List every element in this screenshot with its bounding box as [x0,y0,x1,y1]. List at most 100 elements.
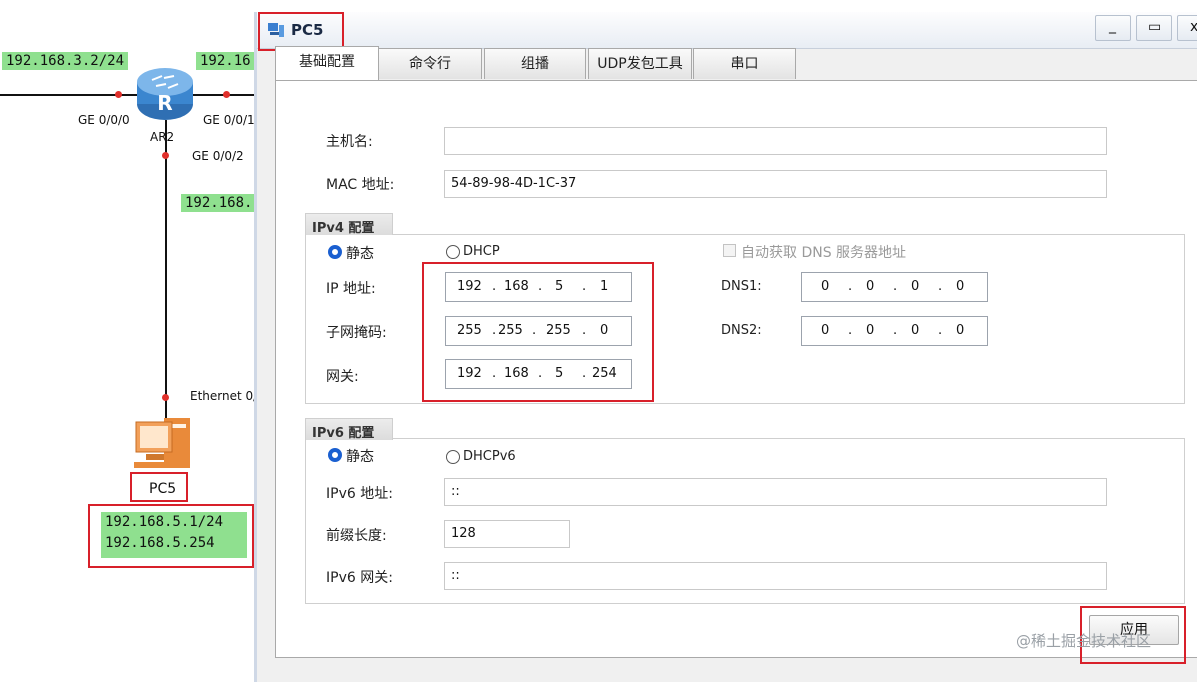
prefix-length-label: 前缀长度: [326,528,387,544]
ar2-down-ip-label: 192.168. [181,194,257,212]
pc5-gateway-label: 192.168.5.254 [105,535,215,551]
gateway-input[interactable]: 192 . 168 . 5 . 254 [445,359,632,389]
dns1-dot: . [893,279,898,294]
ip-octet: 1 [600,279,609,294]
ipv4-group-title: IPv4 配置 [305,213,393,236]
dns1-octet: 0 [911,279,920,294]
auto-dns-checkbox[interactable] [723,244,736,257]
dns1-octet: 0 [866,279,875,294]
ipv6-dhcp-label: DHCPv6 [463,449,516,464]
auto-dns-label: 自动获取 DNS 服务器地址 [741,245,907,261]
tab-basic-config[interactable]: 基础配置 [275,46,379,80]
pc-app-icon [268,23,284,37]
gateway-dot: . [582,366,587,381]
mac-input[interactable]: 54-89-98-4D-1C-37 [444,170,1107,198]
tab-multicast[interactable]: 组播 [484,48,586,79]
gateway-dot: . [538,366,543,381]
dns2-octet: 0 [821,323,830,338]
window-titlebar[interactable]: PC5 _ ▭ x [257,12,1197,49]
gateway-octet: 5 [555,366,564,381]
ipv6-group-title: IPv6 配置 [305,418,393,441]
ipv6-address-input[interactable]: :: [444,478,1107,506]
hostname-label: 主机名: [326,134,373,150]
ip-octet: 168 [504,279,529,294]
hostname-input[interactable] [444,127,1107,155]
gateway-label: 网关: [326,369,359,385]
maximize-icon: ▭ [1148,19,1162,35]
dns2-dot: . [938,323,943,338]
ipv4-dhcp-radio[interactable] [446,245,460,259]
ar2-left-ip-label: 192.168.3.2/24 [2,52,129,70]
dns2-dot: . [848,323,853,338]
prefix-length-input[interactable]: 128 [444,520,570,548]
tab-command-line[interactable]: 命令行 [378,48,482,79]
dns2-octet: 0 [866,323,875,338]
ipv4-dhcp-label: DHCP [463,244,500,259]
mask-dot: . [532,323,537,338]
ipv6-static-radio[interactable] [328,448,342,462]
ipv4-static-radio[interactable] [328,245,342,259]
mask-dot: . [492,323,497,338]
mac-label: MAC 地址: [326,177,395,193]
ip-octet: 5 [555,279,564,294]
port-dot-ge001 [223,91,230,98]
link-ar2-left [0,94,254,96]
mask-octet: 0 [600,323,609,338]
ipv6-gateway-label: IPv6 网关: [326,570,393,586]
ipv6-static-label: 静态 [346,449,374,465]
gateway-octet: 192 [457,366,482,381]
mask-octet: 255 [546,323,571,338]
port-label-ge002: GE 0/0/2 [192,149,244,163]
gateway-octet: 254 [592,366,617,381]
gateway-dot: . [492,366,497,381]
dns2-label: DNS2: [721,323,762,338]
dns1-octet: 0 [956,279,965,294]
router-icon[interactable]: R [134,62,196,124]
mask-dot: . [582,323,587,338]
minimize-icon: _ [1109,18,1116,34]
dns2-octet: 0 [956,323,965,338]
dns2-input[interactable]: 0 . 0 . 0 . 0 [801,316,988,346]
router-name-label: AR2 [150,130,175,144]
subnet-mask-label: 子网掩码: [326,325,387,341]
dns1-label: DNS1: [721,279,762,294]
port-dot-ge002 [162,152,169,159]
window-title: PC5 [291,21,324,39]
ip-address-input[interactable]: 192 . 168 . 5 . 1 [445,272,632,302]
tab-serial[interactable]: 串口 [693,48,796,79]
port-dot-eth [162,394,169,401]
dns1-input[interactable]: 0 . 0 . 0 . 0 [801,272,988,302]
mask-octet: 255 [498,323,523,338]
pc5-ip-label: 192.168.5.1/24 [105,514,224,530]
dns1-dot: . [938,279,943,294]
maximize-button[interactable]: ▭ [1136,15,1172,41]
dns1-octet: 0 [821,279,830,294]
pc-icon[interactable] [130,414,198,472]
ip-octet: 192 [457,279,482,294]
subnet-mask-input[interactable]: 255 . 255 . 255 . 0 [445,316,632,346]
pc-name-label: PC5 [149,481,177,497]
gateway-octet: 168 [504,366,529,381]
dns2-octet: 0 [911,323,920,338]
close-icon: x [1190,19,1197,35]
ipv4-static-label: 静态 [346,246,374,262]
minimize-button[interactable]: _ [1095,15,1131,41]
svg-text:R: R [157,91,172,115]
ar2-right-ip-label: 192.16 [196,52,255,70]
dns2-dot: . [893,323,898,338]
dns1-dot: . [848,279,853,294]
close-button[interactable]: x [1177,15,1197,41]
ipv6-gateway-input[interactable]: :: [444,562,1107,590]
mask-octet: 255 [457,323,482,338]
watermark-text: @稀土掘金技术社区 [1016,632,1152,650]
port-label-ge000: GE 0/0/0 [78,113,130,127]
link-ar2-pc5 [165,120,167,420]
port-dot-ge000 [115,91,122,98]
ipv6-address-label: IPv6 地址: [326,486,393,502]
ipv6-dhcp-radio[interactable] [446,450,460,464]
port-label-ge001: GE 0/0/1 [203,113,255,127]
ip-dot: . [582,279,587,294]
tab-udp-tool[interactable]: UDP发包工具 [588,48,692,79]
ip-dot: . [538,279,543,294]
ip-dot: . [492,279,497,294]
